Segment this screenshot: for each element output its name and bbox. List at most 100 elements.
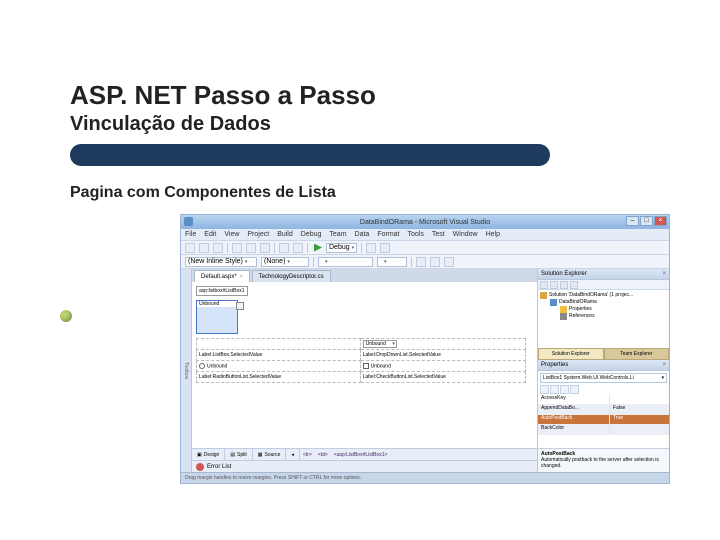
view-source[interactable]: ▦ Source <box>253 449 287 461</box>
menu-team[interactable]: Team <box>329 231 346 238</box>
minimize-button[interactable]: – <box>626 216 639 226</box>
breadcrumb[interactable]: <td> <box>315 452 331 458</box>
italic-button[interactable] <box>430 257 440 267</box>
separator <box>411 257 412 267</box>
tab-default-aspx[interactable]: Default.aspx*× <box>194 270 250 282</box>
properties-title[interactable]: Properties× <box>538 360 669 371</box>
menu-format[interactable]: Format <box>377 231 399 238</box>
listbox-control[interactable]: Unbound <box>196 300 238 334</box>
properties-panel: ListBox1 System.Web.UI.WebControls.Li▾ A… <box>538 371 669 472</box>
tab-solution-explorer[interactable]: Solution Explorer <box>538 348 604 360</box>
cell-radio[interactable]: Unbound <box>197 361 361 372</box>
tree-properties[interactable]: Properties <box>540 306 667 313</box>
new-item-button[interactable] <box>185 243 195 253</box>
separator <box>227 243 228 253</box>
vs-icon <box>184 217 193 226</box>
redo-button[interactable] <box>293 243 303 253</box>
cell[interactable] <box>197 339 361 350</box>
tab-technologydescriptor[interactable]: TechnologyDescriptor.cs <box>252 270 331 282</box>
bold-button[interactable] <box>416 257 426 267</box>
window-titlebar[interactable]: DataBindORama - Microsoft Visual Studio … <box>181 215 669 229</box>
designer-surface[interactable]: asp:listbox#ListBox1 Unbound Unbound Lab… <box>192 282 537 448</box>
project-icon <box>550 299 557 306</box>
menu-test[interactable]: Test <box>432 231 445 238</box>
property-row-selected[interactable]: AutoPostBackTrue <box>538 415 669 425</box>
underline-button[interactable] <box>444 257 454 267</box>
menu-window[interactable]: Window <box>453 231 478 238</box>
solution-toolbar <box>538 280 669 290</box>
property-row[interactable]: AppendDataBo...False <box>538 405 669 415</box>
close-button[interactable]: × <box>654 216 667 226</box>
title-accent-bar <box>70 144 550 166</box>
tree-solution[interactable]: Solution 'DataBindORama' (1 projec... <box>540 292 667 299</box>
close-icon[interactable]: × <box>240 274 243 280</box>
close-icon[interactable]: × <box>662 271 666 277</box>
window-title: DataBindORama - Microsoft Visual Studio <box>360 219 490 226</box>
solution-explorer-title[interactable]: Solution Explorer× <box>538 269 669 280</box>
undo-button[interactable] <box>279 243 289 253</box>
cell-check[interactable]: Unbound <box>360 361 526 372</box>
save-button[interactable] <box>213 243 223 253</box>
slide-subtitle: Vinculação de Dados <box>70 113 660 136</box>
paste-button[interactable] <box>260 243 270 253</box>
view-split[interactable]: ▤ Split <box>225 449 252 461</box>
tree-references[interactable]: References <box>540 313 667 320</box>
properties-selector[interactable]: ListBox1 System.Web.UI.WebControls.Li▾ <box>540 373 667 383</box>
tool-button[interactable] <box>550 281 558 289</box>
rule-combo[interactable]: (None)▾ <box>261 257 309 267</box>
panel-tabs: Solution Explorer Team Explorer <box>538 348 669 360</box>
toolbar-formatting: (New Inline Style)▾ (None)▾ ▾ ▾ <box>181 255 669 269</box>
property-row[interactable]: BackColor <box>538 425 669 435</box>
config-combo[interactable]: Debug▾ <box>326 243 357 253</box>
close-icon[interactable]: × <box>662 362 666 368</box>
property-row[interactable]: AccessKey <box>538 395 669 405</box>
sort-button[interactable] <box>540 385 549 394</box>
menu-edit[interactable]: Edit <box>204 231 216 238</box>
toolbox-rail[interactable]: Toolbox <box>181 269 192 472</box>
view-design[interactable]: ▣ Design <box>192 449 225 461</box>
slide-caption: Pagina com Componentes de Lista <box>70 184 660 202</box>
copy-button[interactable] <box>246 243 256 253</box>
layout-table: Unbound Label:ListBox.SelectedValue Labe… <box>196 338 526 383</box>
open-button[interactable] <box>199 243 209 253</box>
menu-view[interactable]: View <box>224 231 239 238</box>
menu-file[interactable]: File <box>185 231 196 238</box>
menu-bar[interactable]: File Edit View Project Build Debug Team … <box>181 229 669 241</box>
view-switcher: ▣ Design ▤ Split ▦ Source ◂ <tr> <td> <a… <box>192 448 537 460</box>
menu-tools[interactable]: Tools <box>408 231 424 238</box>
tree-project[interactable]: DataBindORama <box>540 299 667 306</box>
cell-label: Label:DropDownList.SelectedValue <box>360 350 526 361</box>
menu-build[interactable]: Build <box>277 231 293 238</box>
sort-button[interactable] <box>550 385 559 394</box>
sort-button[interactable] <box>560 385 569 394</box>
menu-project[interactable]: Project <box>247 231 269 238</box>
tool-button[interactable] <box>570 281 578 289</box>
error-list-panel[interactable]: Error List <box>192 460 537 472</box>
play-icon[interactable] <box>314 244 322 252</box>
tool-button[interactable] <box>540 281 548 289</box>
visual-studio-window: DataBindORama - Microsoft Visual Studio … <box>180 214 670 484</box>
tab-team-explorer[interactable]: Team Explorer <box>604 348 670 360</box>
status-bar: Drag margin handles to resize margins. P… <box>181 472 669 483</box>
properties-toolbar <box>538 385 669 395</box>
tool-button[interactable] <box>560 281 568 289</box>
solution-explorer: Solution 'DataBindORama' (1 projec... Da… <box>538 280 669 348</box>
style-combo[interactable]: (New Inline Style)▾ <box>185 257 257 267</box>
references-icon <box>560 313 567 320</box>
slide-title: ASP. NET Passo a Passo <box>70 80 660 111</box>
properties-grid[interactable]: AccessKey AppendDataBo...False AutoPostB… <box>538 395 669 448</box>
breadcrumb[interactable]: <asp:ListBox#ListBox1> <box>331 452 391 458</box>
cell-dropdown[interactable]: Unbound <box>360 339 526 350</box>
menu-help[interactable]: Help <box>486 231 500 238</box>
font-combo[interactable]: ▾ <box>318 257 373 267</box>
tool-button[interactable] <box>366 243 376 253</box>
fontsize-combo[interactable]: ▾ <box>377 257 407 267</box>
tool-button[interactable] <box>380 243 390 253</box>
menu-debug[interactable]: Debug <box>301 231 322 238</box>
asp-tag-label: asp:listbox#ListBox1 <box>196 286 248 296</box>
menu-data[interactable]: Data <box>355 231 370 238</box>
maximize-button[interactable]: □ <box>640 216 653 226</box>
breadcrumb[interactable]: <tr> <box>300 452 315 458</box>
sort-button[interactable] <box>570 385 579 394</box>
cut-button[interactable] <box>232 243 242 253</box>
